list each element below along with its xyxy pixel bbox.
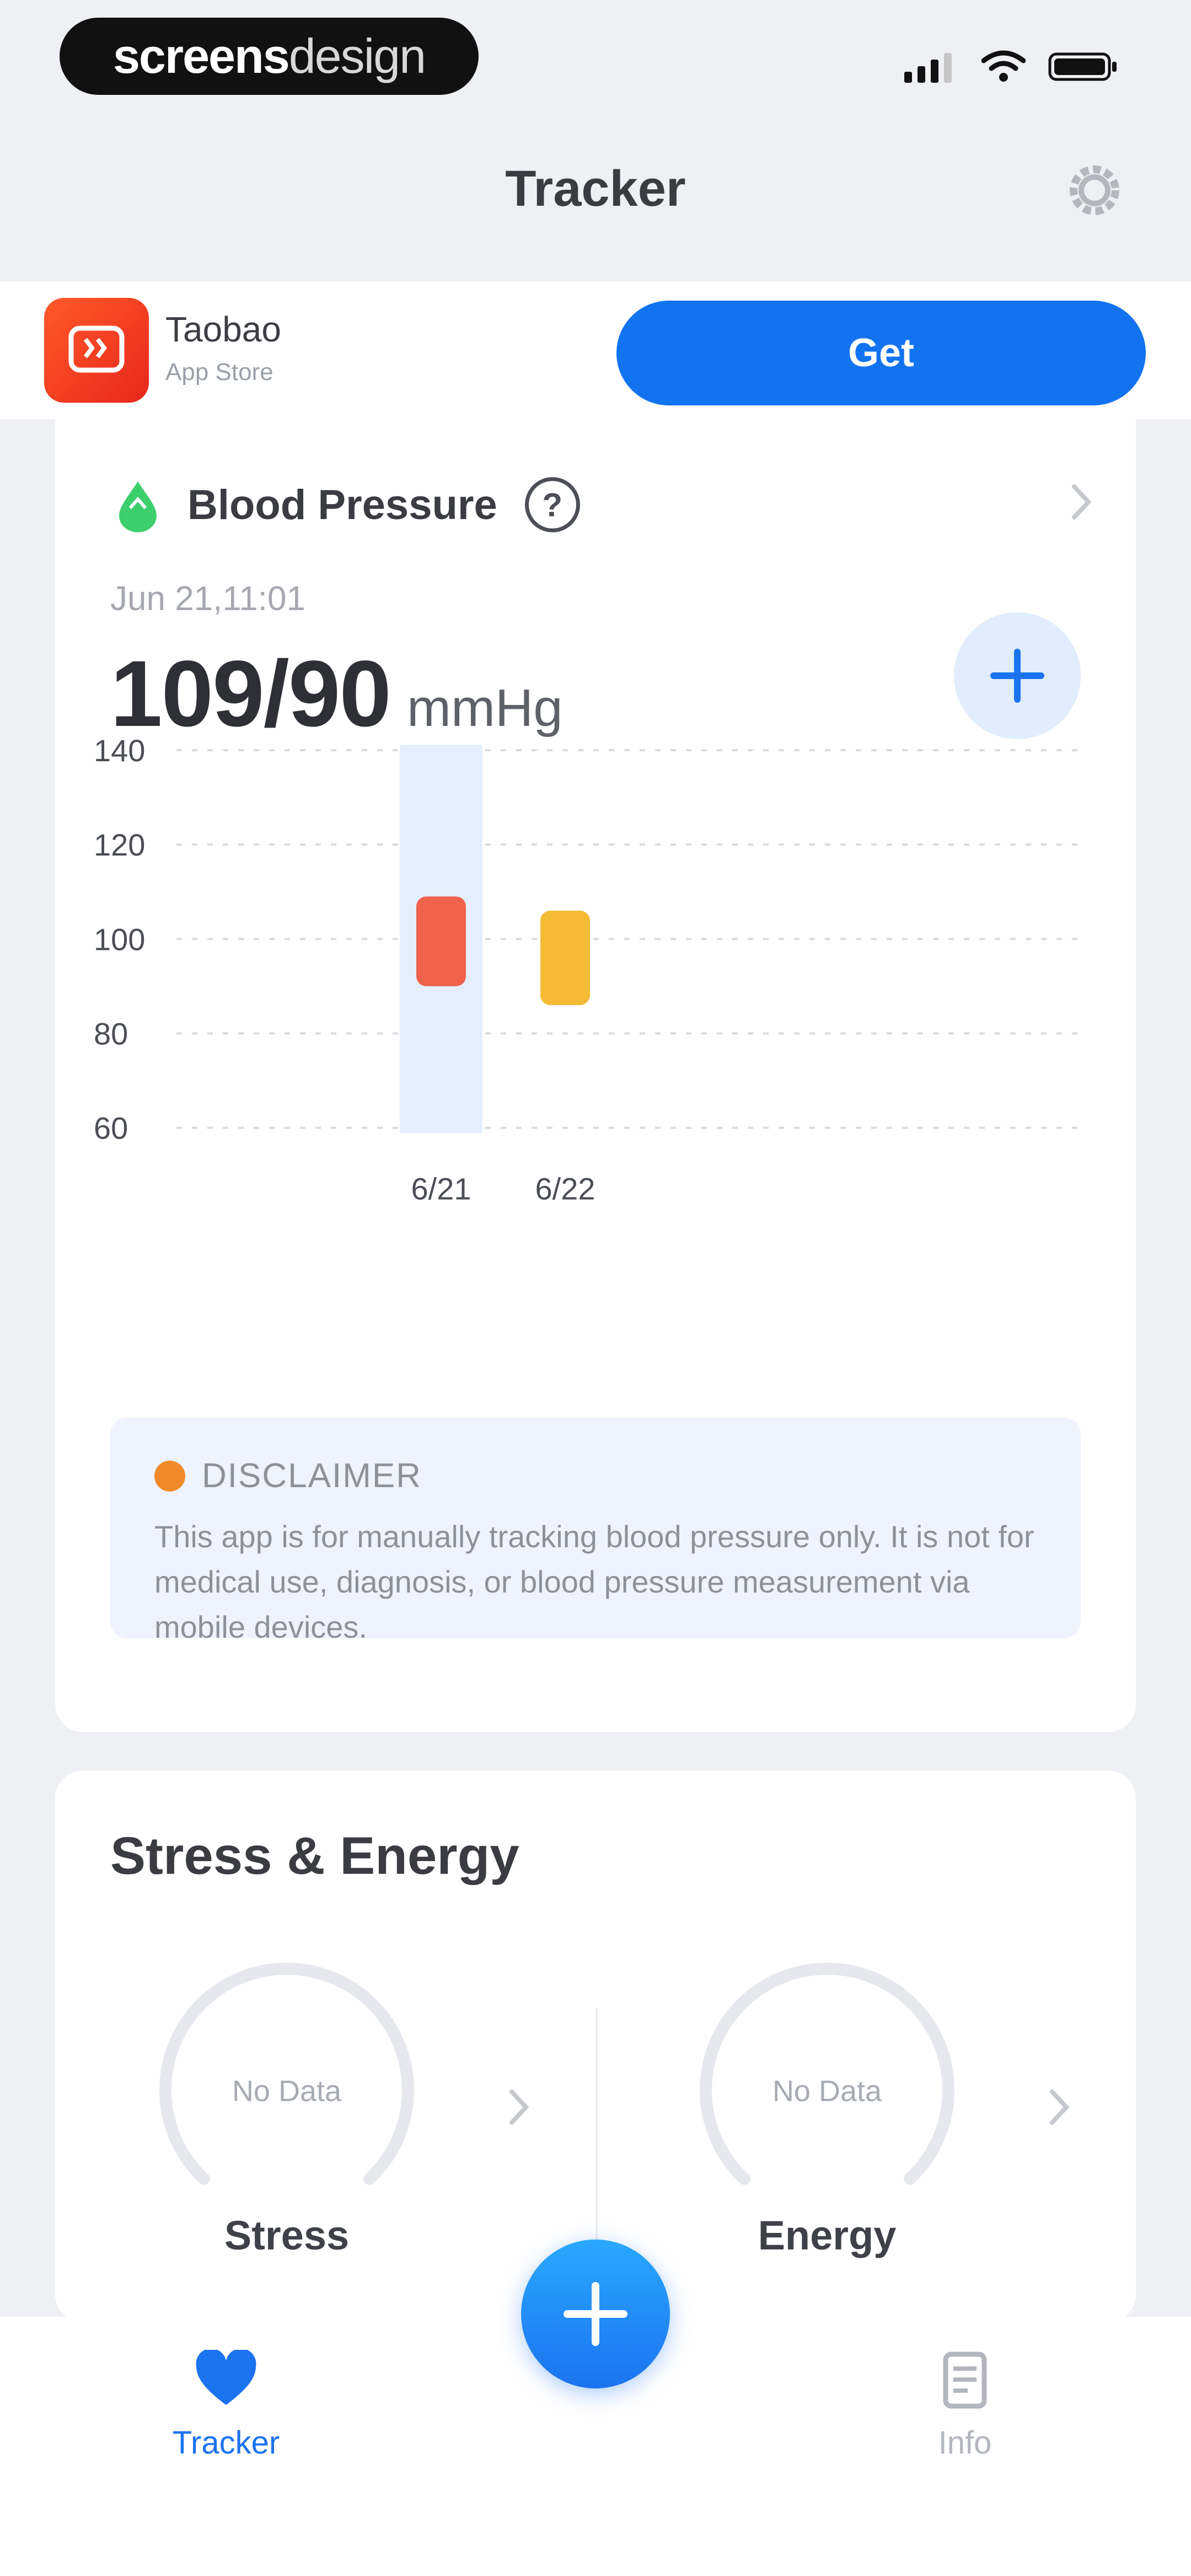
add-reading-button[interactable]	[954, 612, 1081, 739]
energy-label: Energy	[758, 2212, 897, 2258]
disclaimer-header: DISCLAIMER	[154, 1456, 1037, 1495]
stress-chevron-icon[interactable]	[502, 2085, 535, 2129]
status-bar: screens design	[0, 0, 1191, 110]
stress-energy-divider	[596, 2008, 598, 2273]
gear-icon	[1070, 165, 1119, 215]
stress-value: No Data	[232, 2075, 342, 2108]
x-tick-label: 6/22	[535, 1172, 596, 1206]
floating-add-button[interactable]	[521, 2240, 670, 2388]
energy-chevron-icon[interactable]	[1042, 2085, 1075, 2129]
plus-icon	[564, 2282, 627, 2346]
y-tick-label: 100	[94, 922, 145, 956]
disclaimer-text: This app is for manually tracking blood …	[154, 1519, 1034, 1644]
wifi-icon	[981, 50, 1026, 82]
stress-gauge[interactable]: No Data	[143, 1947, 430, 2234]
help-icon[interactable]: ?	[524, 477, 580, 532]
battery-icon	[1048, 52, 1117, 81]
signal-icon	[904, 53, 952, 83]
plus-icon	[990, 649, 1044, 703]
ad-get-button[interactable]: Get	[616, 301, 1146, 405]
bp-chart-svg: 140120100806020266/216/22	[94, 733, 1081, 1206]
heart-icon	[196, 2348, 256, 2405]
stress-energy-title: Stress & Energy	[110, 1826, 519, 1885]
disclaimer-title: DISCLAIMER	[202, 1457, 422, 1495]
brand-light-text: design	[288, 29, 426, 83]
drop-icon	[119, 482, 157, 532]
settings-button[interactable]	[1064, 160, 1125, 221]
ad-store-label: App Store	[165, 359, 273, 386]
energy-value: No Data	[772, 2075, 882, 2108]
blood-pressure-card[interactable]: Blood Pressure ? Jun 21,11:01 109/90 mmH…	[55, 419, 1136, 1732]
disclaimer-box: DISCLAIMER This app is for manually trac…	[110, 1418, 1081, 1644]
y-tick-label: 140	[94, 733, 145, 768]
x-tick-label: 6/21	[411, 1172, 471, 1206]
y-tick-label: 60	[94, 1111, 128, 1146]
bp-range-bar	[540, 910, 590, 1006]
chevron-right-icon[interactable]	[1064, 480, 1097, 524]
tab-info[interactable]: Info	[882, 2350, 1048, 2461]
status-icons	[904, 50, 1119, 83]
brand-bold-text: screens	[112, 29, 290, 83]
ad-app-name: Taobao	[165, 309, 281, 349]
taobao-app-icon	[44, 298, 149, 403]
tab-info-label: Info	[938, 2425, 992, 2461]
y-tick-label: 80	[94, 1016, 128, 1051]
bp-range-bar	[416, 896, 466, 986]
document-icon	[943, 2351, 987, 2409]
bp-title: Blood Pressure	[187, 481, 497, 528]
y-tick-label: 120	[94, 827, 145, 862]
app-header: Tracker	[0, 127, 1191, 259]
bp-title-row: Blood Pressure ?	[110, 469, 580, 541]
stress-label: Stress	[224, 2212, 350, 2258]
bp-chart[interactable]: 140120100806020266/216/22	[55, 728, 1136, 1280]
ad-banner[interactable]: Taobao App Store Get	[0, 281, 1191, 419]
disclaimer-dot-icon	[154, 1460, 185, 1492]
energy-gauge[interactable]: No Data	[684, 1947, 970, 2234]
brand-watermark: screens design	[60, 18, 479, 95]
tab-tracker-label: Tracker	[172, 2425, 280, 2461]
bp-date: Jun 21,11:01	[110, 580, 305, 618]
page-title: Tracker	[505, 161, 686, 217]
tab-tracker[interactable]: Tracker	[143, 2348, 309, 2461]
tracker-screen: screens design Tracker Taobao App Store …	[0, 0, 1191, 2576]
